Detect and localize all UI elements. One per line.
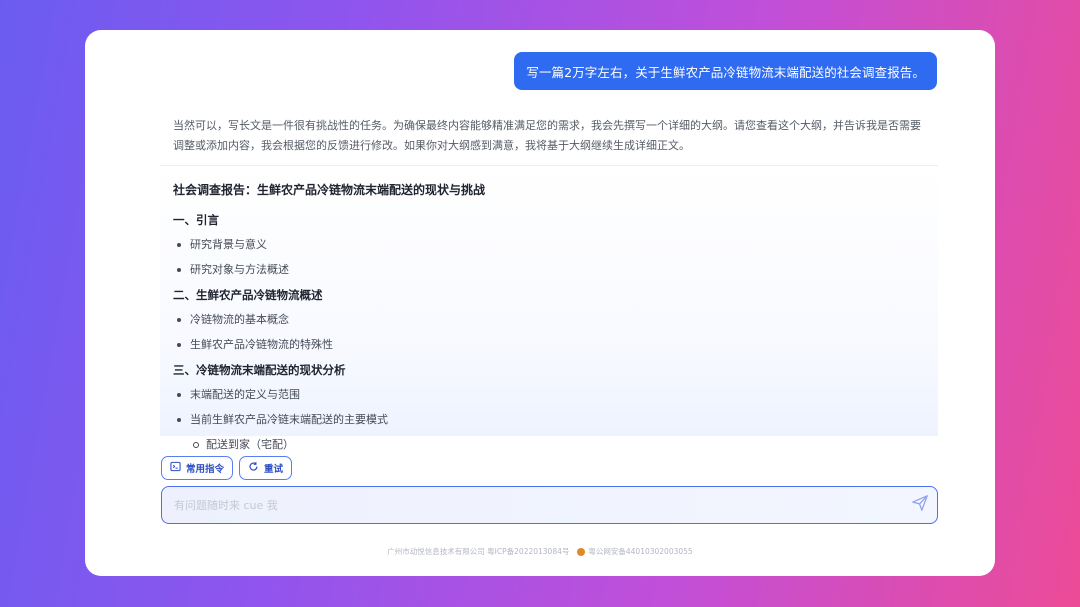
user-message-text: 写一篇2万字左右，关于生鲜农产品冷链物流末端配送的社会调查报告。 — [526, 64, 925, 80]
retry-button[interactable]: 重试 — [239, 456, 293, 480]
retry-label: 重试 — [264, 464, 284, 475]
command-icon — [170, 461, 181, 475]
police-record[interactable]: 粤公网安备44010302003055 — [577, 546, 693, 557]
outline-item: 当前生鲜农产品冷链末端配送的主要模式 — [173, 411, 925, 429]
outline-item: 研究背景与意义 — [173, 236, 925, 254]
outline-item: 生鲜农产品冷链物流的特殊性 — [173, 336, 925, 354]
common-commands-label: 常用指令 — [186, 464, 225, 475]
user-message-bubble: 写一篇2万字左右，关于生鲜农产品冷链物流末端配送的社会调查报告。 — [514, 52, 937, 90]
company-icp[interactable]: 广州市动悦信息技术有限公司 粤ICP备2022013084号 — [387, 546, 569, 557]
section-title: 二、生鲜农产品冷链物流概述 — [173, 288, 323, 302]
refresh-icon — [248, 461, 259, 475]
outline: 社会调查报告：生鲜农产品冷链物流末端配送的现状与挑战 一、引言 研究背景与意义 … — [160, 166, 938, 451]
reply-intro: 当然可以，写长文是一件很有挑战性的任务。为确保最终内容能够精准满足您的需求，我会… — [160, 104, 938, 166]
chat-input[interactable] — [162, 487, 903, 523]
outline-subitem: 配送到家（宅配） — [173, 436, 925, 452]
outline-item: 研究对象与方法概述 — [173, 261, 925, 279]
outline-title: 社会调查报告：生鲜农产品冷链物流末端配送的现状与挑战 — [173, 183, 486, 197]
assistant-reply: 当然可以，写长文是一件很有挑战性的任务。为确保最终内容能够精准满足您的需求，我会… — [160, 104, 938, 452]
outline-item: 冷链物流的基本概念 — [173, 311, 925, 329]
police-badge-icon — [577, 547, 586, 556]
common-commands-button[interactable]: 常用指令 — [161, 456, 234, 480]
outline-item: 末端配送的定义与范围 — [173, 386, 925, 404]
send-icon — [911, 494, 929, 516]
section-title: 三、冷链物流末端配送的现状分析 — [173, 363, 346, 377]
chat-window: 写一篇2万字左右，关于生鲜农产品冷链物流末端配送的社会调查报告。 当然可以，写长… — [85, 30, 995, 576]
section-title: 一、引言 — [173, 213, 219, 227]
chat-input-box — [161, 486, 938, 524]
action-bar: 常用指令 重试 — [161, 456, 293, 480]
footer: 广州市动悦信息技术有限公司 粤ICP备2022013084号 粤公网安备4401… — [85, 546, 995, 557]
police-record-text: 粤公网安备44010302003055 — [588, 547, 693, 556]
send-button[interactable] — [903, 488, 937, 522]
